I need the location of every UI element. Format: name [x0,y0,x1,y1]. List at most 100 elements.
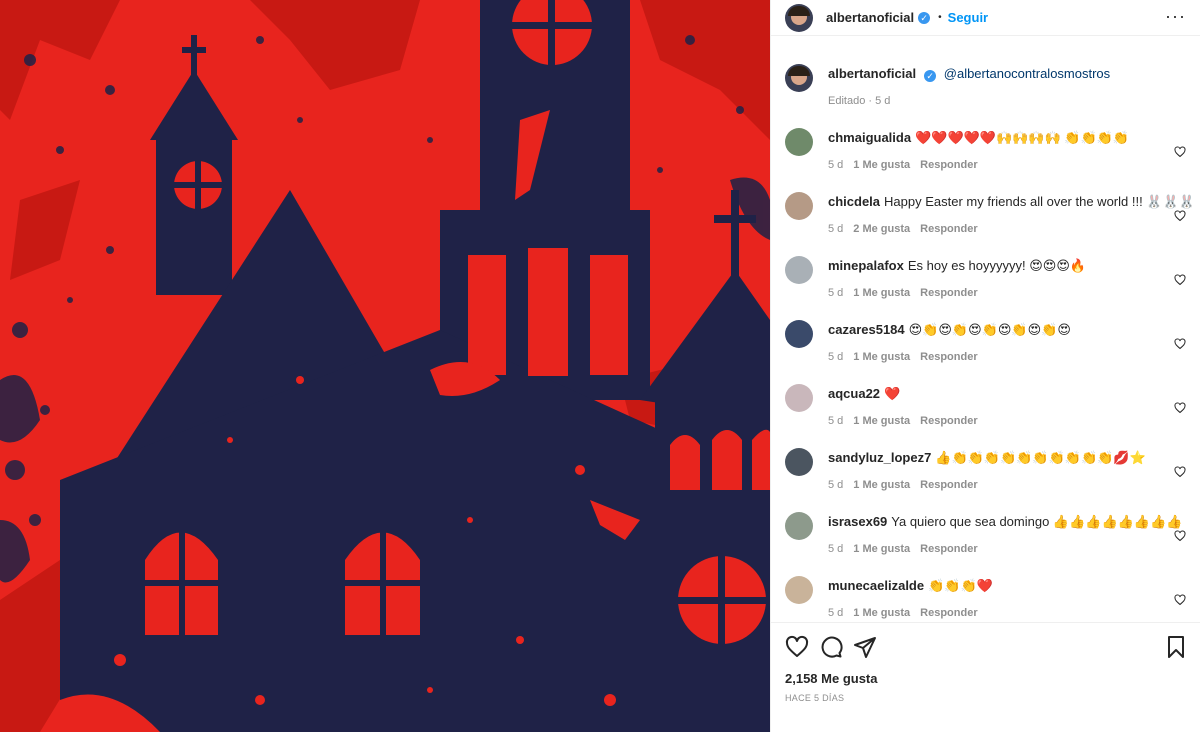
comment-like-heart-icon[interactable] [1174,210,1186,222]
heart-icon[interactable] [785,635,809,659]
reply-button[interactable]: Responder [920,479,977,491]
comment-text: chicdela Happy Easter my friends all over… [828,194,1195,210]
comment-meta: 5 d 1 Me gusta Responder [828,287,988,299]
bookmark-icon[interactable] [1166,635,1186,659]
comment-meta: 5 d 1 Me gusta Responder [828,543,988,555]
comment-time[interactable]: 5 d [828,351,843,363]
comment-username[interactable]: aqcua22 [828,386,880,401]
comment-body: Happy Easter my friends all over the wor… [884,194,1195,209]
caption-mention[interactable]: @albertanocontralosmostros [944,66,1110,81]
share-icon[interactable] [853,635,877,659]
comments-list[interactable]: albertanoficial ✓ @albertanocontralosmost… [771,46,1200,622]
comment-likes[interactable]: 2 Me gusta [853,223,910,235]
comment-likes[interactable]: 1 Me gusta [853,351,910,363]
comment-row: cazares5184 😍👏😍👏😍👏😍👏😍👏😍 5 d 1 Me gusta Resp… [785,302,1186,366]
comment-body: Es hoy es hoyyyyyy! 😍😍😍🔥 [907,258,1087,273]
comment-row: munecaelizalde 👏👏👏❤️ 5 d 1 Me gusta Respond… [785,558,1186,622]
comment-meta: 5 d 1 Me gusta Responder [828,415,988,427]
reply-button[interactable]: Responder [920,287,977,299]
caption-username[interactable]: albertanoficial [828,66,916,81]
author-avatar[interactable] [785,3,813,32]
comment-likes[interactable]: 1 Me gusta [853,543,910,555]
comment-avatar[interactable] [785,384,813,412]
comment-username[interactable]: chmaigualida [828,130,911,145]
caption-text: albertanoficial ✓ @albertanocontralosmost… [828,66,1110,82]
comment-likes[interactable]: 1 Me gusta [853,415,910,427]
comment-avatar[interactable] [785,320,813,348]
reply-button[interactable]: Responder [920,607,977,619]
comment-username[interactable]: minepalafox [828,258,904,273]
post-image[interactable] [0,0,770,732]
comment-time[interactable]: 5 d [828,479,843,491]
caption-row: albertanoficial ✓ @albertanocontralosmost… [785,46,1186,110]
author-username[interactable]: albertanoficial [826,10,914,25]
comment-time[interactable]: 5 d [828,159,843,171]
comment-text: chmaigualida ❤️❤️❤️❤️❤️🙌🙌🙌🙌 👏👏👏👏 [828,130,1129,146]
comment-meta: 5 d 1 Me gusta Responder [828,351,988,363]
comment-likes[interactable]: 1 Me gusta [853,607,910,619]
comment-like-heart-icon[interactable] [1174,274,1186,286]
church-illustration [0,0,770,732]
comment-time[interactable]: 5 d [828,287,843,299]
comment-username[interactable]: chicdela [828,194,880,209]
reply-button[interactable]: Responder [920,351,977,363]
comment-row: chicdela Happy Easter my friends all over… [785,174,1195,238]
comment-avatar[interactable] [785,576,813,604]
comment-body: 😍👏😍👏😍👏😍👏😍👏😍 [908,322,1071,337]
comment-row: chmaigualida ❤️❤️❤️❤️❤️🙌🙌🙌🙌 👏👏👏👏 5 d 1 Me … [785,110,1186,174]
comment-avatar[interactable] [785,256,813,284]
post-header: albertanoficial ✓ • Seguir ··· [771,0,1200,36]
post-timestamp: HACE 5 DÍAS [785,693,845,703]
comment-like-heart-icon[interactable] [1174,146,1186,158]
comment-time[interactable]: 5 d [828,415,843,427]
comment-like-heart-icon[interactable] [1174,530,1186,542]
reply-button[interactable]: Responder [920,415,977,427]
comment-avatar[interactable] [785,448,813,476]
comment-body: ❤️❤️❤️❤️❤️🙌🙌🙌🙌 👏👏👏👏 [915,130,1130,145]
comment-likes[interactable]: 1 Me gusta [853,159,910,171]
comment-likes[interactable]: 1 Me gusta [853,287,910,299]
caption-edited: Editado · 5 d [828,95,891,107]
separator-dot: • [938,12,942,23]
comment-avatar[interactable] [785,192,813,220]
comment-like-heart-icon[interactable] [1174,338,1186,350]
comment-likes[interactable]: 1 Me gusta [853,479,910,491]
comment-body: ❤️ [884,386,901,401]
comment-username[interactable]: cazares5184 [828,322,905,337]
comment-avatar[interactable] [785,512,813,540]
comment-time[interactable]: 5 d [828,223,843,235]
comment-username[interactable]: israsex69 [828,514,887,529]
comment-meta: 5 d 1 Me gusta Responder [828,607,988,619]
comment-username[interactable]: sandyluz_lopez7 [828,450,931,465]
comment-body: Ya quiero que sea domingo 👍👍👍👍👍👍👍👍 [891,514,1183,529]
comment-meta: 5 d 1 Me gusta Responder [828,159,988,171]
post-actions: 2,158 Me gusta HACE 5 DÍAS [771,622,1200,732]
reply-button[interactable]: Responder [920,159,977,171]
comment-like-heart-icon[interactable] [1174,594,1186,606]
likes-count[interactable]: 2,158 Me gusta [785,671,878,686]
verified-badge-icon: ✓ [924,70,937,82]
comment-avatar[interactable] [785,128,813,156]
comment-text: cazares5184 😍👏😍👏😍👏😍👏😍👏😍 [828,322,1071,338]
comment-body: 👍👏👏👏👏👏👏👏👏👏👏💋⭐ [935,450,1146,465]
comment-row: israsex69 Ya quiero que sea domingo 👍👍👍👍👍… [785,494,1186,558]
verified-badge-icon: ✓ [918,11,931,24]
comment-text: munecaelizalde 👏👏👏❤️ [828,578,993,594]
action-icons [785,635,1186,659]
comment-row: aqcua22 ❤️ 5 d 1 Me gusta Responder [785,366,1186,430]
comment-like-heart-icon[interactable] [1174,402,1186,414]
comment-text: sandyluz_lopez7 👍👏👏👏👏👏👏👏👏👏👏💋⭐ [828,450,1146,466]
post-side-panel: albertanoficial ✓ • Seguir ··· albertano… [770,0,1200,732]
comment-username[interactable]: munecaelizalde [828,578,924,593]
comment-meta: 5 d 1 Me gusta Responder [828,479,988,491]
comment-text: israsex69 Ya quiero que sea domingo 👍👍👍👍👍… [828,514,1182,530]
comment-like-heart-icon[interactable] [1174,466,1186,478]
comment-time[interactable]: 5 d [828,607,843,619]
reply-button[interactable]: Responder [920,543,977,555]
caption-avatar[interactable] [785,64,813,92]
comment-time[interactable]: 5 d [828,543,843,555]
follow-button[interactable]: Seguir [948,10,988,25]
more-options-icon[interactable]: ··· [1165,7,1186,25]
comment-icon[interactable] [819,635,843,659]
reply-button[interactable]: Responder [920,223,977,235]
